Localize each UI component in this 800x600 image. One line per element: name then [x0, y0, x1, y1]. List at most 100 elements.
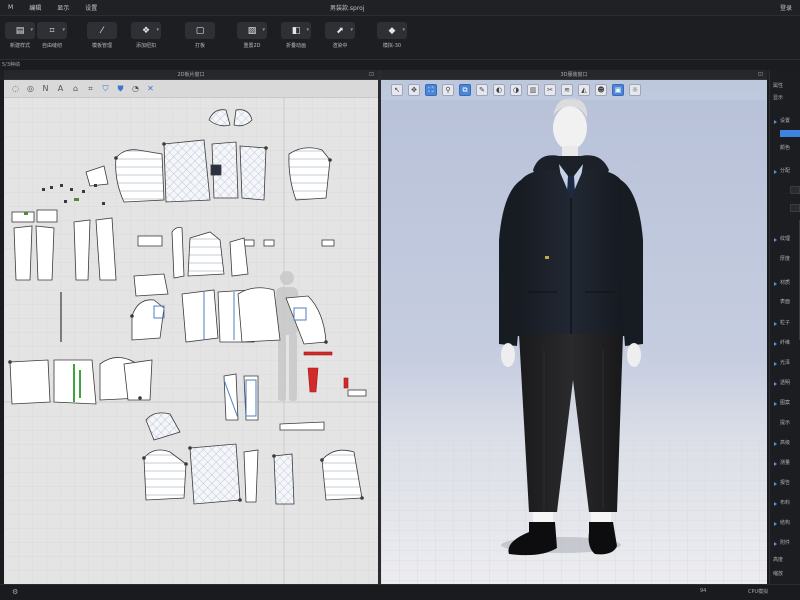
steam-icon[interactable]: ≋ [561, 84, 573, 96]
app-window: M 编辑 显示 设置 男装款.sproj 登录 ▤ ▾ 新建样式 ⌗ ▾ 自由缝纫 … [0, 0, 800, 600]
toolbar-label: 折叠动画 [285, 43, 306, 49]
property-item[interactable]: 厚度 [780, 255, 790, 262]
brush-icon[interactable]: ✎ [476, 84, 488, 96]
arrange-icon[interactable]: ⧉ [459, 84, 471, 96]
toolbar-render-button[interactable]: ⬈ ▾ 渲染中 [320, 22, 360, 56]
menu-display[interactable]: 显示 [49, 3, 77, 12]
expand-icon[interactable] [774, 462, 777, 466]
property-value-selected[interactable] [780, 130, 800, 137]
toolbar-label: 重置2D [243, 43, 261, 49]
pin-icon[interactable]: ⚲ [442, 84, 454, 96]
fold-icon[interactable]: ◔ [130, 83, 141, 94]
rect-icon[interactable]: ⌂ [70, 83, 81, 94]
fit-icon[interactable]: ⛶ [425, 84, 437, 96]
expand-icon[interactable] [774, 322, 777, 326]
fold-icon[interactable]: ◑ [510, 84, 522, 96]
expand-icon[interactable] [774, 522, 777, 526]
expand-icon[interactable] [774, 120, 777, 124]
press-icon[interactable]: ▥ [527, 84, 539, 96]
property-footer-label: 缩放 [773, 571, 784, 577]
property-field[interactable] [790, 186, 800, 194]
main-toolbar: ▤ ▾ 新建样式 ⌗ ▾ 自由缝纫 ⁄ 模板管理 ❖ ▾ 添加纽扣 ▢ 打板 ▨ ▾ 重… [0, 16, 800, 60]
toolbar-pattern-button[interactable]: ▢ 打板 [180, 22, 220, 56]
expand-icon[interactable] [774, 238, 777, 242]
menu-settings[interactable]: 设置 [77, 3, 105, 12]
property-item[interactable]: 图案 [780, 399, 790, 406]
expand-icon[interactable] [774, 482, 777, 486]
property-item[interactable]: 提示 [780, 419, 790, 426]
menu-edit[interactable]: 编辑 [21, 3, 49, 12]
property-item[interactable]: 粒子 [780, 319, 790, 326]
fold-icon: ◧ ▾ [281, 22, 311, 39]
garment-icon[interactable]: ◭ [578, 84, 590, 96]
viewer-3d-canvas[interactable] [381, 80, 767, 584]
button-icon: ❖ ▾ [131, 22, 161, 39]
tape-icon[interactable]: ◐ [493, 84, 505, 96]
property-item[interactable]: 纤维 [780, 339, 790, 346]
camera-icon[interactable]: ▣ [612, 84, 624, 96]
status-bar: ⚙ 94 CPU模拟 [0, 584, 800, 600]
toolbar-button-tool[interactable]: ❖ ▾ 添加纽扣 [126, 22, 166, 56]
line-icon[interactable]: N [40, 83, 51, 94]
move-icon[interactable]: ✥ [408, 84, 420, 96]
app-menu[interactable]: M [0, 4, 21, 11]
pattern-panel-header: 2D板片窗口 ⊡ [4, 70, 378, 80]
viewer-panel-title: 3D服装窗口 [560, 72, 588, 78]
breadcrumb: 5/3种绩 [0, 60, 800, 70]
pin-icon[interactable]: ⌗ [85, 83, 96, 94]
expand-icon[interactable] [774, 402, 777, 406]
toolbar-fold-button[interactable]: ◧ ▾ 折叠动画 [276, 22, 316, 56]
property-item[interactable]: 颜色 [780, 144, 790, 151]
settings-icon[interactable]: ⚙ [12, 588, 18, 596]
property-panel: 属性 显示 设置 颜色 分配 纹理 厚度 材质 表面 粒子 纤维 光泽 透明 图… [769, 70, 800, 584]
expand-icon[interactable] [774, 542, 777, 546]
pattern-panel-title: 2D板片窗口 [177, 72, 205, 78]
sewing-icon[interactable]: ⛊ [115, 83, 126, 94]
toolbar-sew-button[interactable]: ⌗ ▾ 自由缝纫 [32, 22, 72, 56]
property-item[interactable]: 附件 [780, 539, 790, 546]
panel-pin-icon[interactable]: ⊡ [369, 70, 374, 80]
property-item[interactable]: 结构 [780, 519, 790, 526]
pattern-2d-canvas[interactable] [4, 80, 378, 584]
property-item[interactable]: 表面 [780, 298, 790, 305]
toolbar-template-button[interactable]: ⁄ 模板管理 [82, 22, 122, 56]
select-icon[interactable]: ◌ [10, 83, 21, 94]
login-link[interactable]: 登录 [780, 3, 792, 12]
property-item[interactable]: 材质 [780, 279, 790, 286]
new-icon: ▤ ▾ [5, 22, 35, 39]
property-item[interactable]: 高级 [780, 439, 790, 446]
expand-icon[interactable] [774, 170, 777, 174]
toolbar-label: 新建样式 [9, 43, 30, 49]
avatar-icon[interactable]: ☻ [595, 84, 607, 96]
expand-icon[interactable] [774, 502, 777, 506]
text-icon[interactable]: A [55, 83, 66, 94]
panel-pin-icon[interactable]: ⊡ [758, 70, 763, 80]
transform-icon[interactable]: ◎ [25, 83, 36, 94]
property-item[interactable]: 分配 [780, 167, 790, 174]
expand-icon[interactable] [774, 442, 777, 446]
light-icon[interactable]: ☼ [629, 84, 641, 96]
select-icon[interactable]: ↖ [391, 84, 403, 96]
property-item[interactable]: 测量 [780, 459, 790, 466]
property-item[interactable]: 光泽 [780, 359, 790, 366]
property-item[interactable]: 设置 [780, 117, 790, 124]
simulation-mode[interactable]: CPU模拟 [748, 588, 768, 595]
property-item[interactable]: 透明 [780, 379, 790, 386]
toolbar-simulate-button[interactable]: ◆ ▾ 模拟-30 [372, 22, 412, 56]
toolbar-label: 模板管理 [91, 43, 112, 49]
cut-icon[interactable]: ⛉ [100, 83, 111, 94]
expand-icon[interactable] [774, 382, 777, 386]
expand-icon[interactable] [774, 282, 777, 286]
property-item[interactable]: 报告 [780, 479, 790, 486]
trim-icon[interactable]: ✕ [145, 83, 156, 94]
expand-icon[interactable] [774, 342, 777, 346]
menu-bar: M 编辑 显示 设置 男装款.sproj 登录 [0, 0, 800, 16]
pattern-pieces [4, 80, 378, 584]
property-tab[interactable]: 显示 [773, 94, 783, 101]
expand-icon[interactable] [774, 362, 777, 366]
property-item[interactable]: 纹理 [780, 235, 790, 242]
toolbar-reset2d-button[interactable]: ▨ ▾ 重置2D [232, 22, 272, 56]
property-field[interactable] [790, 204, 800, 212]
cut-icon[interactable]: ✂ [544, 84, 556, 96]
property-item[interactable]: 布料 [780, 499, 790, 506]
